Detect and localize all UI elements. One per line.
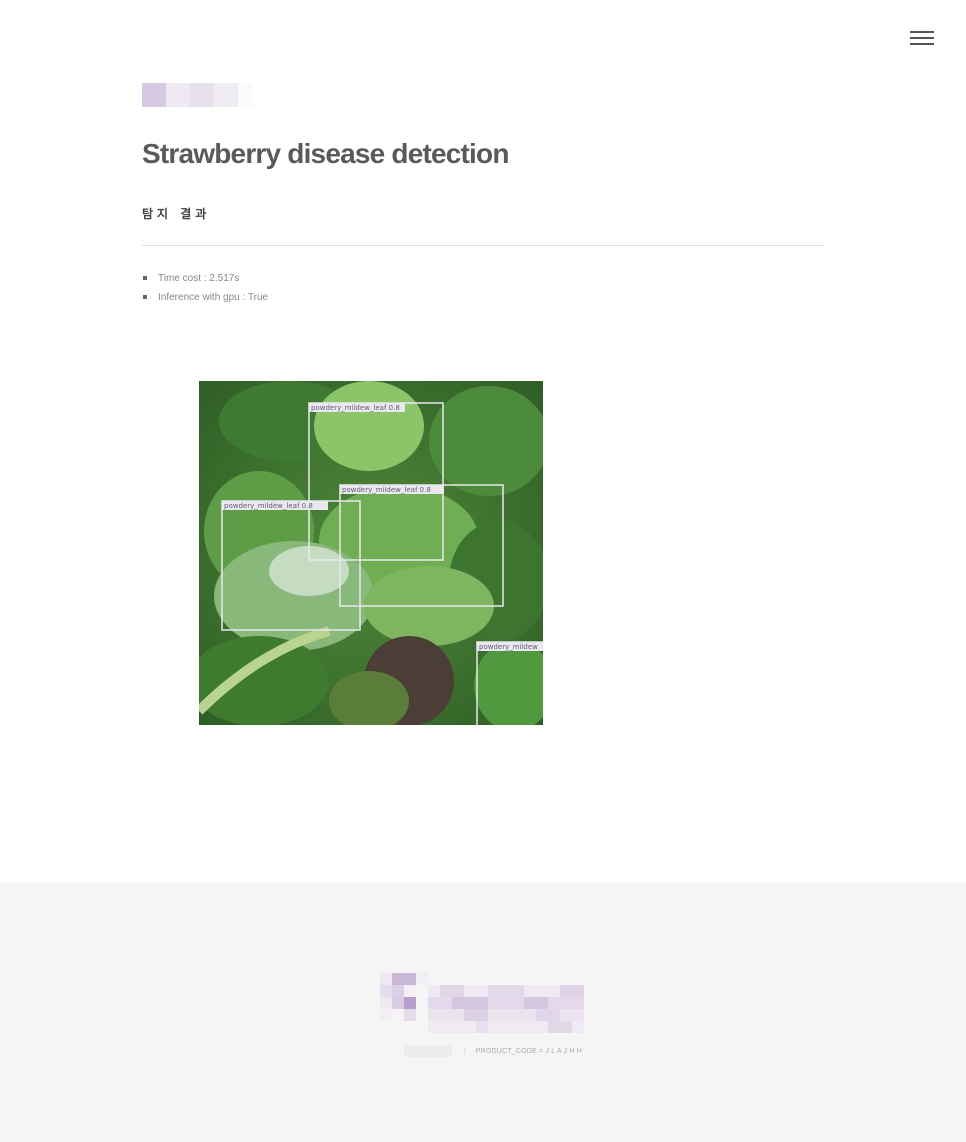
leaf-photo: powdery_mildew_leaf 0.8 powdery_mildew_l…	[199, 381, 543, 725]
footer-meta: | PRODUCT_CODE = J L A J H H	[404, 1046, 582, 1060]
detection-label: powdery_mildew_leaf 0.8	[342, 486, 431, 494]
blurred-text	[404, 1046, 452, 1057]
result-info-list: Time cost : 2.517s Inference with gpu : …	[142, 269, 268, 307]
detection-label: powdery_mildew	[479, 643, 538, 651]
detection-label: powdery_mildew_leaf 0.8	[224, 502, 313, 510]
footer-logo[interactable]	[380, 973, 584, 1035]
detection-label: powdery_mildew_leaf 0.8	[311, 404, 400, 412]
brand-logo[interactable]	[142, 83, 252, 107]
separator: |	[463, 1048, 466, 1055]
page-title: Strawberry disease detection	[142, 138, 509, 169]
detection-result-image: powdery_mildew_leaf 0.8 powdery_mildew_l…	[199, 381, 543, 725]
list-item: Time cost : 2.517s	[142, 269, 268, 288]
divider	[142, 245, 824, 246]
hamburger-menu-icon	[910, 31, 934, 33]
list-item: Inference with gpu : True	[142, 288, 268, 307]
footer: | PRODUCT_CODE = J L A J H H	[0, 883, 966, 1142]
menu-button[interactable]	[910, 30, 934, 46]
product-code: PRODUCT_CODE = J L A J H H	[475, 1048, 583, 1055]
section-title: 탐지 결과	[142, 207, 211, 221]
